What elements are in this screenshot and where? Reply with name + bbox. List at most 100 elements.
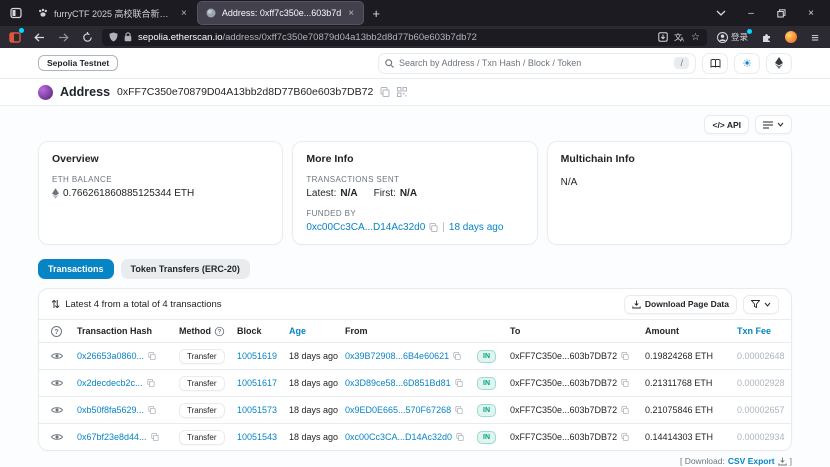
filter-button[interactable] [743,295,779,314]
eye-icon[interactable] [51,406,63,414]
from-address-link[interactable]: 0x9ED0E665...570F67268 [345,405,451,415]
txn-hash-link[interactable]: 0x26653a0860... [77,351,144,361]
search-input[interactable] [399,58,669,68]
tab-close-icon[interactable]: × [347,8,355,19]
window-close-button[interactable]: × [796,0,826,26]
block-link[interactable]: 10051617 [237,378,277,388]
funded-age-link[interactable]: 18 days ago [449,222,504,233]
sort-icon[interactable]: ⇅ [51,298,60,311]
transaction-row: 0x2decdecb2c... Transfer 10051617 18 day… [39,369,791,396]
reload-icon[interactable] [78,28,96,46]
copy-icon[interactable] [621,433,629,441]
col-txn-fee[interactable]: Txn Fee [737,326,779,336]
browser-tab-etherscan-address[interactable]: Address: 0xff7c350e...603b7d × [198,2,363,24]
notification-dot [19,28,24,33]
more-options-button[interactable] [755,115,792,134]
csv-export-row: [ Download: CSV Export ] [38,456,792,466]
copy-icon[interactable] [621,379,629,387]
copy-icon[interactable] [148,352,156,360]
copy-icon[interactable] [453,352,461,360]
url-bar[interactable]: sepolia.etherscan.io/address/0xff7c350e7… [102,29,707,46]
bookmark-star-icon[interactable]: ☆ [691,32,700,43]
theme-toggle-button[interactable]: ☀ [734,53,760,74]
list-all-tabs-icon[interactable] [706,0,736,26]
url-text[interactable]: sepolia.etherscan.io/address/0xff7c350e7… [138,32,652,43]
container-tab-icon[interactable] [6,28,24,46]
tab-close-icon[interactable]: × [180,8,188,19]
browser-tab-bar: furryCTF 2025 高校联合新神影 × Address: 0xff7c3… [0,0,830,26]
translate-icon[interactable]: 文A [674,32,685,42]
copy-icon[interactable] [151,433,159,441]
address-avatar [38,85,53,100]
browser-tab-furryctf[interactable]: furryCTF 2025 高校联合新神影 × [30,2,196,24]
col-to: To [510,326,645,336]
window-restore-button[interactable] [766,0,796,26]
txn-hash-link[interactable]: 0x67bf23e8d44... [77,432,147,442]
method-badge[interactable]: Transfer [179,403,225,418]
api-button[interactable]: </> API [704,115,749,134]
copy-icon[interactable] [621,352,629,360]
block-link[interactable]: 10051543 [237,432,277,442]
to-address: 0xFF7C350e...603b7DB72 [510,405,617,415]
extensions-icon[interactable] [758,28,776,46]
tab-token-transfers[interactable]: Token Transfers (ERC-20) [121,259,250,279]
addon-icon[interactable] [782,28,800,46]
qr-code-icon[interactable] [397,87,407,97]
copy-icon[interactable] [147,379,155,387]
copy-icon[interactable] [148,406,156,414]
account-button[interactable]: 登录 [713,29,752,45]
firefox-view-icon[interactable] [4,3,28,23]
first-value: N/A [400,188,417,199]
tab-transactions[interactable]: Transactions [38,259,114,279]
shield-icon[interactable] [109,32,118,42]
notification-dot [747,29,752,34]
method-badge[interactable]: Transfer [179,430,225,445]
from-address-link[interactable]: 0x39B72908...6B4e60621 [345,351,449,361]
csv-export-link[interactable]: CSV Export [728,456,775,466]
new-tab-button[interactable]: + [365,3,387,23]
method-badge[interactable]: Transfer [179,349,225,364]
eye-icon[interactable] [51,352,63,360]
col-age[interactable]: Age [289,326,345,336]
block-link[interactable]: 10051619 [237,351,277,361]
copy-icon[interactable] [455,379,463,387]
lock-icon[interactable] [124,32,132,42]
from-address-link[interactable]: 0x3D89ce58...6D851Bd81 [345,378,451,388]
card-title: Multichain Info [561,153,778,165]
eye-icon[interactable] [51,433,63,441]
window-minimize-button[interactable]: – [736,0,766,26]
sepolia-testnet-logo[interactable]: Sepolia Testnet [38,55,118,71]
address-header: Address 0xFF7C350e70879D04A13bb2d8D77B60… [0,79,830,106]
main-content: </> API Overview ETH BALANCE 0.766261860… [0,106,830,467]
menu-icon[interactable]: ≡ [806,28,824,46]
back-icon[interactable] [30,28,48,46]
copy-icon[interactable] [455,406,463,414]
download-page-data-button[interactable]: Download Page Data [624,295,737,314]
search-icon [385,59,394,68]
network-eth-button[interactable] [766,53,792,74]
help-icon[interactable]: ? [51,326,62,337]
save-page-icon[interactable] [658,32,668,42]
search-box[interactable]: / [378,53,696,74]
funder-address-link[interactable]: 0xc00Cc3CA...D14Ac32d0 [306,222,425,233]
copy-icon[interactable] [456,433,464,441]
eye-icon[interactable] [51,379,63,387]
method-badge[interactable]: Transfer [179,376,225,391]
copy-icon[interactable] [380,87,390,97]
block-link[interactable]: 10051573 [237,405,277,415]
funded-by-label: FUNDED BY [306,209,523,218]
forward-icon[interactable] [54,28,72,46]
browser-toolbar: sepolia.etherscan.io/address/0xff7c350e7… [0,26,830,48]
page-title: Address [60,85,110,99]
tab-title: furryCTF 2025 高校联合新神影 [54,7,174,20]
col-method: Method [179,326,211,336]
method-help-icon[interactable]: ? [215,326,224,335]
docs-button[interactable] [702,53,728,74]
from-address-link[interactable]: 0xc00Cc3CA...D14Ac32d0 [345,432,452,442]
txn-hash-link[interactable]: 0x2decdecb2c... [77,378,143,388]
txn-hash-link[interactable]: 0xb50f8fa5629... [77,405,144,415]
account-label: 登录 [731,31,748,43]
eth-icon [52,188,59,199]
copy-icon[interactable] [429,223,438,232]
copy-icon[interactable] [621,406,629,414]
